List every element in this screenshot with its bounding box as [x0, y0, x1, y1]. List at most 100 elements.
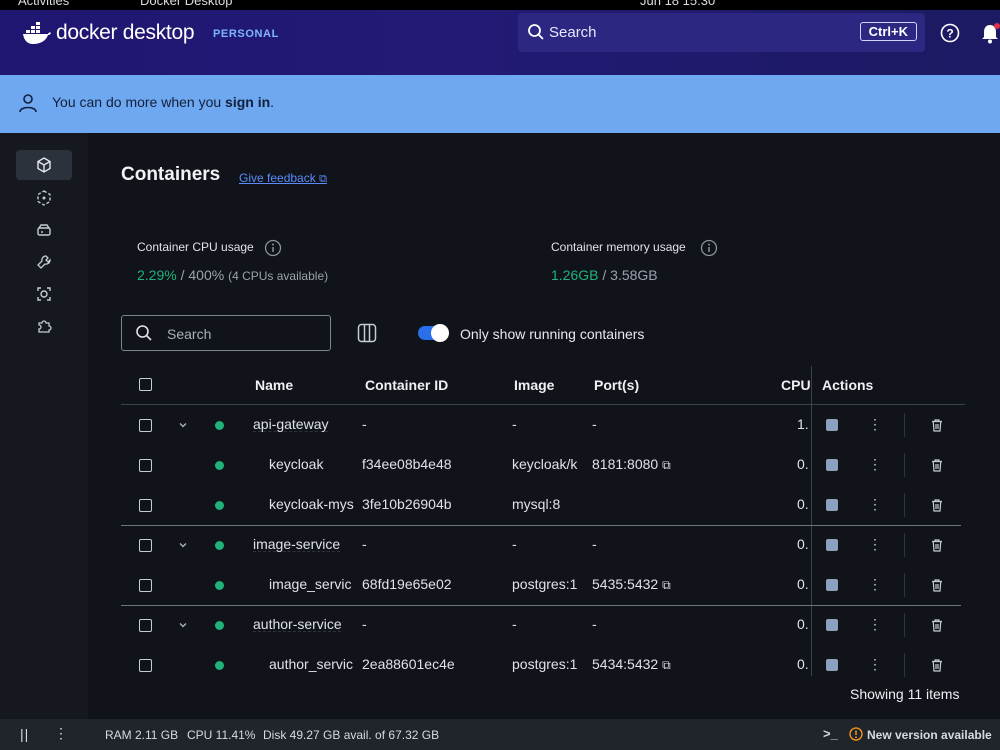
- help-icon[interactable]: ?: [940, 23, 960, 48]
- container-image[interactable]: keycloak/k: [512, 456, 586, 472]
- more-actions-icon[interactable]: ⋮: [868, 456, 882, 473]
- delete-icon[interactable]: [930, 618, 944, 637]
- sidebar-item-volumes[interactable]: [16, 215, 72, 245]
- stop-icon[interactable]: [826, 499, 838, 511]
- select-all-checkbox[interactable]: [139, 378, 152, 391]
- container-ports[interactable]: -: [592, 616, 772, 632]
- container-image[interactable]: -: [512, 416, 586, 432]
- scout-icon: [37, 287, 51, 301]
- container-name[interactable]: api-gateway: [253, 416, 358, 432]
- terminal-icon[interactable]: >_: [823, 726, 838, 741]
- more-actions-icon[interactable]: ⋮: [868, 416, 882, 433]
- stop-icon[interactable]: [826, 539, 838, 551]
- column-cpu[interactable]: CPU: [781, 377, 811, 393]
- containers-icon: [37, 157, 51, 173]
- delete-icon[interactable]: [930, 538, 944, 557]
- chevron-down-icon[interactable]: [177, 538, 189, 556]
- row-checkbox[interactable]: [139, 539, 152, 552]
- whale-status-icon[interactable]: ||: [20, 726, 29, 742]
- chevron-down-icon[interactable]: [177, 618, 189, 636]
- more-actions-icon[interactable]: ⋮: [868, 496, 882, 513]
- column-container-id[interactable]: Container ID: [365, 377, 448, 393]
- container-image[interactable]: -: [512, 536, 586, 552]
- info-icon[interactable]: [264, 239, 282, 262]
- delete-icon[interactable]: [930, 498, 944, 517]
- row-checkbox[interactable]: [139, 579, 152, 592]
- row-checkbox[interactable]: [139, 499, 152, 512]
- container-name[interactable]: author-service: [253, 616, 358, 632]
- delete-icon[interactable]: [930, 578, 944, 597]
- container-id: -: [362, 616, 367, 632]
- plan-badge: PERSONAL: [213, 28, 279, 40]
- container-search-input[interactable]: Search: [121, 315, 331, 351]
- delete-icon[interactable]: [930, 458, 944, 477]
- new-version-link[interactable]: New version available: [867, 728, 992, 742]
- container-image[interactable]: postgres:1: [512, 576, 586, 592]
- sidebar-item-containers[interactable]: [16, 150, 72, 180]
- container-id: 68fd19e65e02: [362, 576, 452, 592]
- container-name[interactable]: keycloak-mys: [269, 496, 356, 512]
- group-divider: [121, 605, 961, 606]
- notifications-bell-icon[interactable]: [980, 23, 1000, 50]
- memory-usage-value: 1.26GB / 3.58GB: [551, 267, 658, 283]
- container-image[interactable]: postgres:1: [512, 656, 586, 672]
- container-image[interactable]: -: [512, 616, 586, 632]
- activities-button[interactable]: Activities: [18, 0, 69, 8]
- more-options-icon[interactable]: ⋮: [54, 725, 68, 742]
- clock[interactable]: Jun 18 15:30: [640, 0, 715, 8]
- external-link-icon: ⧉: [662, 658, 671, 672]
- sidebar-item-scout[interactable]: [16, 279, 72, 309]
- row-checkbox[interactable]: [139, 659, 152, 672]
- column-image[interactable]: Image: [514, 377, 554, 393]
- info-icon[interactable]: [700, 239, 718, 262]
- disk-usage: Disk 49.27 GB avail. of 67.32 GB: [263, 728, 440, 742]
- give-feedback-link[interactable]: Give feedback ⧉: [239, 171, 327, 186]
- container-ports[interactable]: 8181:8080 ⧉: [592, 456, 772, 473]
- sign-in-link[interactable]: sign in: [225, 94, 270, 110]
- delete-icon[interactable]: [930, 658, 944, 677]
- stop-icon[interactable]: [826, 419, 838, 431]
- running-only-toggle[interactable]: [418, 324, 449, 342]
- stop-icon[interactable]: [826, 619, 838, 631]
- row-checkbox[interactable]: [139, 419, 152, 432]
- chevron-down-icon[interactable]: [177, 418, 189, 436]
- column-ports[interactable]: Port(s): [594, 377, 639, 393]
- action-divider: [904, 453, 905, 477]
- cpu-usage-value: 2.29% / 400% (4 CPUs available): [137, 267, 329, 283]
- sign-in-banner: You can do more when you sign in.: [0, 75, 1000, 133]
- sidebar-item-builds[interactable]: [16, 247, 72, 277]
- more-actions-icon[interactable]: ⋮: [868, 616, 882, 633]
- columns-icon[interactable]: [357, 323, 377, 348]
- sidebar: [0, 133, 88, 719]
- container-cpu: 0.: [797, 496, 809, 512]
- container-name[interactable]: author_servic: [269, 656, 356, 672]
- container-name[interactable]: image_servic: [269, 576, 356, 592]
- container-ports[interactable]: 5435:5432 ⧉: [592, 576, 772, 593]
- container-ports[interactable]: -: [592, 416, 772, 432]
- container-name[interactable]: keycloak: [269, 456, 356, 472]
- more-actions-icon[interactable]: ⋮: [868, 656, 882, 673]
- global-search[interactable]: Search Ctrl+K: [518, 13, 925, 52]
- stop-icon[interactable]: [826, 579, 838, 591]
- more-actions-icon[interactable]: ⋮: [868, 576, 882, 593]
- feedback-icon: ⧉: [319, 173, 327, 185]
- app-name: Docker Desktop: [140, 0, 233, 8]
- container-ports[interactable]: -: [592, 536, 772, 552]
- action-divider: [904, 613, 905, 637]
- running-status-icon: [215, 661, 224, 670]
- row-checkbox[interactable]: [139, 459, 152, 472]
- sidebar-item-extensions[interactable]: [16, 311, 72, 341]
- column-name[interactable]: Name: [255, 377, 293, 393]
- container-id: -: [362, 416, 367, 432]
- more-actions-icon[interactable]: ⋮: [868, 536, 882, 553]
- container-ports[interactable]: 5434:5432 ⧉: [592, 656, 772, 673]
- stop-icon[interactable]: [826, 659, 838, 671]
- sidebar-item-images[interactable]: [16, 183, 72, 213]
- user-icon: [18, 93, 38, 118]
- delete-icon[interactable]: [930, 418, 944, 437]
- stop-icon[interactable]: [826, 459, 838, 471]
- container-id: -: [362, 536, 367, 552]
- container-name[interactable]: image-service: [253, 536, 358, 552]
- row-checkbox[interactable]: [139, 619, 152, 632]
- container-image[interactable]: mysql:8: [512, 496, 586, 512]
